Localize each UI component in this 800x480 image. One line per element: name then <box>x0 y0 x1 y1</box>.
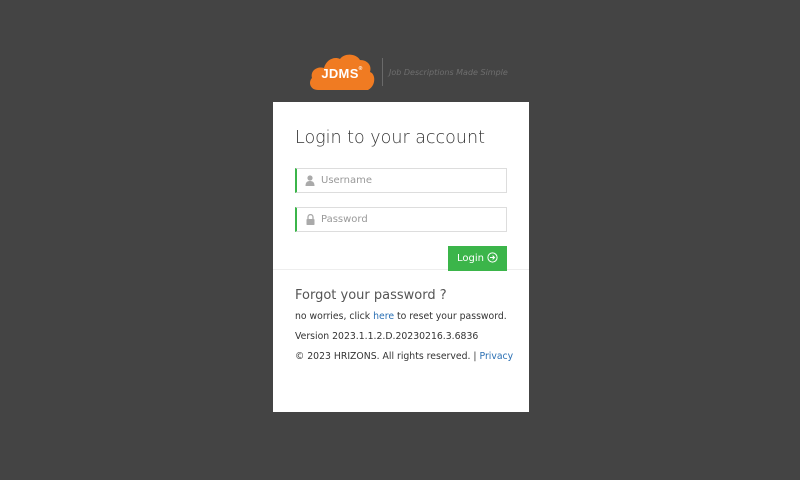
user-icon <box>299 175 321 186</box>
brand-name: JDMS® <box>321 66 363 81</box>
login-page: JDMS® Job Descriptions Made Simple Login… <box>0 0 800 480</box>
forgot-section: Forgot your password ? no worries, click… <box>273 270 529 362</box>
login-title: Login to your account <box>295 128 485 148</box>
cloud-logo-icon: JDMS® <box>308 52 376 92</box>
login-button-label: Login <box>457 253 484 264</box>
username-input[interactable] <box>321 175 501 186</box>
privacy-link[interactable]: Privacy <box>480 351 514 362</box>
version-text: Version 2023.1.1.2.D.20230216.3.6836 <box>295 331 479 342</box>
reset-password-link[interactable]: here <box>373 311 394 322</box>
reset-password-text: no worries, click here to reset your pas… <box>295 311 507 322</box>
password-field[interactable] <box>295 207 507 232</box>
login-form: Login to your account Username Login <box>273 102 529 271</box>
login-button-row: Login <box>295 246 507 271</box>
forgot-password-title: Forgot your password ? <box>295 288 447 303</box>
copyright-text: © 2023 HRIZONS. All rights reserved. <box>295 351 471 362</box>
login-button[interactable]: Login <box>448 246 507 271</box>
brand-logo: JDMS® Job Descriptions Made Simple <box>308 52 508 92</box>
password-input[interactable] <box>321 214 501 225</box>
username-field[interactable] <box>295 168 507 193</box>
footer-separator: | <box>470 351 480 362</box>
login-card: Login to your account Username Login For… <box>273 102 529 412</box>
lock-icon <box>299 214 321 225</box>
copyright-footer: © 2023 HRIZONS. All rights reserved. | P… <box>295 351 513 362</box>
brand-tagline: Job Descriptions Made Simple <box>389 67 508 77</box>
logo-divider <box>382 58 383 86</box>
arrow-circle-right-icon <box>487 251 498 266</box>
